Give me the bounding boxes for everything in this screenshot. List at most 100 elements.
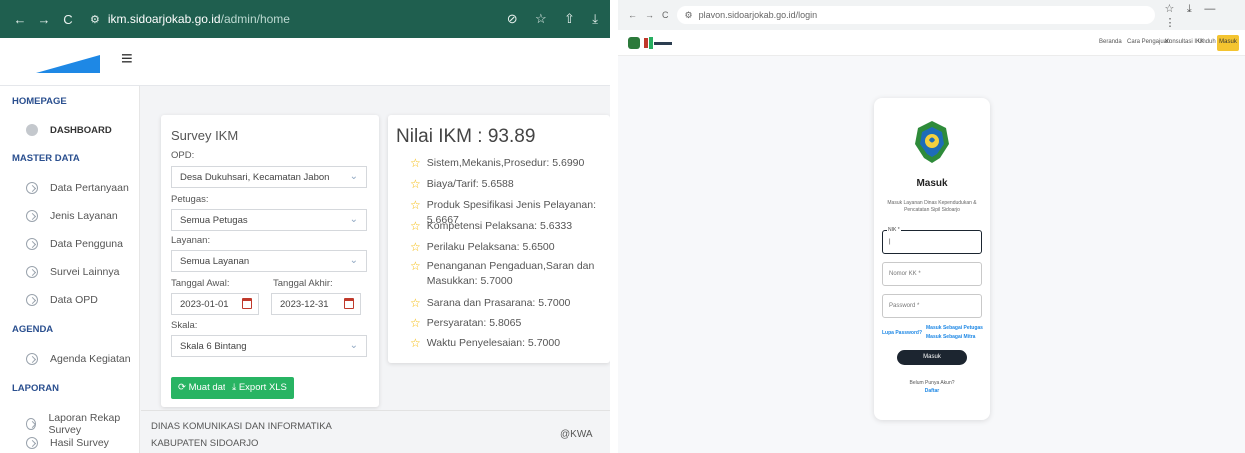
site-info-icon[interactable]: ⚙ xyxy=(685,10,693,21)
forgot-password-link[interactable]: Lupa Password? xyxy=(882,330,922,336)
layanan-select-value: Semua Layanan xyxy=(180,256,250,267)
skala-select-value: Skala 6 Bintang xyxy=(180,341,247,352)
sidebar-item-data-opd[interactable]: Data OPD xyxy=(26,294,98,306)
chevron-circle-icon xyxy=(26,437,38,449)
menu-icon[interactable]: ≡ xyxy=(121,48,133,71)
calendar-icon[interactable] xyxy=(344,298,354,309)
sidebar-item-survei-lainnya[interactable]: Survei Lainnya xyxy=(26,266,119,278)
ikm-item-label: Persyaratan: 5.8065 xyxy=(426,317,522,329)
ikm-item: ☆ Persyaratan: 5.8065 xyxy=(410,316,521,331)
calendar-icon[interactable] xyxy=(242,298,252,309)
url-path: /admin/home xyxy=(220,12,290,26)
chevron-circle-icon xyxy=(26,238,38,250)
left-screenshot: ← → C ⚙ ikm.sidoarjokab.go.id/admin/home… xyxy=(0,0,610,453)
chevron-down-icon: ⌄ xyxy=(349,340,358,351)
back-icon[interactable]: ← xyxy=(12,12,28,27)
opd-label: OPD: xyxy=(171,150,195,161)
ikm-item: ☆ Biaya/Tarif: 5.6588 xyxy=(410,177,514,192)
site-info-icon[interactable]: ⚙ xyxy=(90,13,100,26)
right-screenshot: ← → C ⚙ plavon.sidoarjokab.go.id/login ☆… xyxy=(618,0,1245,453)
site-logo[interactable] xyxy=(644,36,674,50)
footer-credit: @KWA xyxy=(560,429,593,440)
forward-icon[interactable]: → xyxy=(36,12,52,27)
ikm-item-label: Waktu Penyelesaian: 5.7000 xyxy=(426,337,561,349)
sidebar-item-data-pertanyaan[interactable]: Data Pertanyaan xyxy=(26,182,129,194)
sidebar-item-label: DASHBOARD xyxy=(50,124,112,136)
petugas-label: Petugas: xyxy=(171,194,209,205)
sidebar-item-agenda-kegiatan[interactable]: Agenda Kegiatan xyxy=(26,353,131,365)
chevron-circle-icon xyxy=(26,182,38,194)
login-title: Masuk xyxy=(916,178,948,189)
opd-select[interactable]: Desa Dukuhsari, Kecamatan Jabon ⌄ xyxy=(171,166,367,188)
login-as-mitra-link[interactable]: Masuk Sebagai Mitra xyxy=(926,334,975,340)
reload-icon[interactable]: C xyxy=(662,10,669,20)
sidebar-item-label: Data Pengguna xyxy=(50,238,123,250)
sidebar-item-dashboard[interactable]: DASHBOARD xyxy=(26,124,112,136)
nav-beranda[interactable]: Beranda xyxy=(1099,39,1122,45)
ikm-item-label: Sistem,Mekanis,Prosedur: 5.6990 xyxy=(426,157,585,169)
opd-select-value: Desa Dukuhsari, Kecamatan Jabon xyxy=(180,172,330,183)
download-icon[interactable]: ⤓ xyxy=(592,11,598,26)
tanggal-akhir-input[interactable]: 2023-12-31 xyxy=(271,293,361,315)
nav-cara-pengajuan[interactable]: Cara Pengajuan xyxy=(1127,39,1170,45)
star-icon: ☆ xyxy=(410,198,421,212)
nik-input[interactable]: NIK * | xyxy=(882,227,982,254)
sidebar-item-label: Data OPD xyxy=(50,294,98,306)
download-icon[interactable]: ⤓ xyxy=(1187,3,1192,15)
nav-unduh[interactable]: Unduh xyxy=(1198,39,1216,45)
sidebar-item-hasil-survey[interactable]: Hasil Survey xyxy=(26,437,109,449)
petugas-select[interactable]: Semua Petugas ⌄ xyxy=(171,209,367,231)
kk-input[interactable]: Nomor KK * xyxy=(882,262,982,286)
export-xls-button[interactable]: ⤓ Export XLS xyxy=(225,377,294,399)
chevron-circle-icon xyxy=(26,266,38,278)
bookmark-star-icon[interactable]: ☆ xyxy=(535,11,547,26)
reload-icon[interactable]: C xyxy=(60,12,76,27)
login-subtitle: Masuk Layanan Dinas Kependudukan & Penca… xyxy=(887,200,977,213)
address-bar[interactable]: ⚙ plavon.sidoarjokab.go.id/login xyxy=(676,6,1155,24)
back-icon[interactable]: ← xyxy=(628,10,637,20)
ikm-item: ☆ Penanganan Pengaduan,Saran dan Masukkan… xyxy=(410,259,600,289)
dashboard-icon xyxy=(26,124,38,136)
browser-toolbar: ← → C ⚙ ikm.sidoarjokab.go.id/admin/home… xyxy=(0,0,610,38)
star-icon: ☆ xyxy=(410,219,421,233)
ikm-item-label: Biaya/Tarif: 5.6588 xyxy=(426,178,514,190)
daftar-link[interactable]: Daftar xyxy=(874,388,990,394)
address-bar[interactable]: ⚙ ikm.sidoarjokab.go.id/admin/home xyxy=(90,12,493,26)
minimize-icon[interactable]: — xyxy=(1204,3,1215,15)
sidebar-item-laporan-rekap-survey[interactable]: Laporan Rekap Survey xyxy=(26,412,139,436)
tanggal-akhir-value: 2023-12-31 xyxy=(280,299,329,310)
masuk-button[interactable]: Masuk xyxy=(897,350,967,365)
password-input[interactable]: Password * xyxy=(882,294,982,318)
tanggal-awal-label: Tanggal Awal: xyxy=(171,278,230,289)
sidebar-item-jenis-layanan[interactable]: Jenis Layanan xyxy=(26,210,118,222)
masuk-nav-button[interactable]: Masuk xyxy=(1217,35,1239,51)
url-host: ikm.sidoarjokab.go.id xyxy=(107,12,221,26)
password-key-icon[interactable]: ⊘ xyxy=(507,11,518,26)
text-cursor: | xyxy=(889,239,891,245)
login-card: Masuk Masuk Layanan Dinas Kependudukan &… xyxy=(874,98,990,420)
bookmark-star-icon[interactable]: ☆ xyxy=(1165,3,1175,15)
sidebar-item-data-pengguna[interactable]: Data Pengguna xyxy=(26,238,123,250)
star-icon: ☆ xyxy=(410,177,421,191)
app-logo xyxy=(36,55,100,73)
star-icon: ☆ xyxy=(410,156,421,170)
skala-select[interactable]: Skala 6 Bintang ⌄ xyxy=(171,335,367,357)
sidebar-item-label: Data Pertanyaan xyxy=(50,182,129,194)
login-as-petugas-link[interactable]: Masuk Sebagai Petugas xyxy=(926,325,983,331)
survey-title: Survey IKM xyxy=(171,128,239,143)
layanan-select[interactable]: Semua Layanan ⌄ xyxy=(171,250,367,272)
chevron-down-icon: ⌄ xyxy=(349,255,358,266)
export-xls-label: Export XLS xyxy=(238,382,287,393)
extensions-icon[interactable]: ⇧ xyxy=(564,11,575,26)
star-icon: ☆ xyxy=(410,240,421,254)
refresh-icon: ⟳ xyxy=(178,382,186,393)
forward-icon[interactable]: → xyxy=(645,10,654,20)
tanggal-awal-input[interactable]: 2023-01-01 xyxy=(171,293,259,315)
more-menu-icon[interactable]: ⋮ xyxy=(1165,17,1176,29)
footer-line-2: KABUPATEN SIDOARJO xyxy=(151,438,259,449)
ikm-item-label: Perilaku Pelaksana: 5.6500 xyxy=(426,241,555,253)
sidebar: HOMEPAGE DASHBOARD MASTER DATA Data Pert… xyxy=(0,86,140,453)
house-logo-icon[interactable] xyxy=(628,37,640,49)
chevron-down-icon: ⌄ xyxy=(349,171,358,182)
star-icon: ☆ xyxy=(410,316,421,330)
